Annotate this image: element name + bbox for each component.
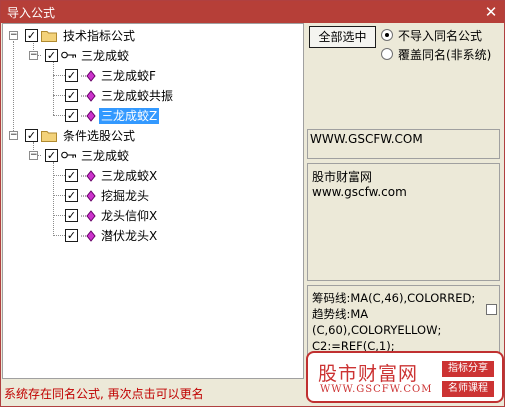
collapse-icon[interactable]: − [29,51,38,60]
description-line: 股市财富网 [312,170,373,184]
watermark-logo: 股市财富网 WWW.GSCFW.COM 指标分享 名师课程 [306,351,504,403]
folder-icon [41,31,57,42]
item-checkbox[interactable]: ✓ [65,109,78,122]
tree-item-selected[interactable]: ✓ 三龙成蛟Z [3,106,303,126]
code-checkbox[interactable] [486,304,497,315]
radio-button[interactable] [381,48,393,60]
radio-label: 覆盖同名(非系统) [398,48,492,62]
watermark-url: WWW.GSCFW.COM [320,384,433,395]
close-icon[interactable]: ✕ [482,3,500,21]
item-checkbox[interactable]: ✓ [65,189,78,202]
key-icon [61,151,76,159]
tree-item[interactable]: ✓ 潜伏龙头X [3,226,303,246]
group-checkbox[interactable]: ✓ [25,129,38,142]
formula-tree[interactable]: − ✓ 技术指标公式 − ✓ 三龙成蛟 ✓ 三龙成蛟F ✓ 三龙成蛟共振 ✓ 三… [2,23,304,379]
formula-icon [81,70,96,82]
tree-subgroup-label: 三龙成蛟 [81,49,130,63]
folder-icon [41,131,57,142]
tree-subgroup-sanlong[interactable]: − ✓ 三龙成蛟 [3,46,303,66]
radio-skip-duplicates[interactable]: 不导入同名公式 [381,26,501,44]
collapse-icon[interactable]: − [9,31,18,40]
group-checkbox[interactable]: ✓ [25,29,38,42]
tree-group-technical[interactable]: − ✓ 技术指标公式 [3,26,303,46]
tree-item[interactable]: ✓ 挖掘龙头 [3,186,303,206]
formula-icon [81,90,96,102]
tree-item[interactable]: ✓ 三龙成蛟F [3,66,303,86]
item-checkbox[interactable]: ✓ [65,69,78,82]
radio-label: 不导入同名公式 [398,29,483,43]
window-title: 导入公式 [7,6,56,20]
collapse-icon[interactable]: − [9,131,18,140]
tree-group-label: 技术指标公式 [63,29,136,43]
tree-item-label: 三龙成蛟X [101,169,158,183]
tree-subgroup-sanlong[interactable]: − ✓ 三龙成蛟 [3,146,303,166]
description-line: www.gscfw.com [312,185,407,199]
tree-item-label: 三龙成蛟共振 [101,89,174,103]
title-bar: 导入公式 ✕ [1,1,504,23]
tree-item[interactable]: ✓ 三龙成蛟X [3,166,303,186]
import-formula-dialog: 导入公式 ✕ − ✓ 技术指标公式 − ✓ 三龙成蛟 ✓ 三龙成蛟F ✓ 三龙成… [0,0,505,407]
formula-icon [81,190,96,202]
item-checkbox[interactable]: ✓ [65,209,78,222]
formula-url-field: WWW.GSCFW.COM [307,129,500,159]
tree-subgroup-label: 三龙成蛟 [81,149,130,163]
formula-icon [81,110,96,122]
status-message: 系统存在同名公式, 再次点击可以更名 [4,387,204,401]
tree-group-screening[interactable]: − ✓ 条件选股公式 [3,126,303,146]
select-all-button[interactable]: 全部选中 [309,26,376,48]
subgroup-checkbox[interactable]: ✓ [45,49,58,62]
radio-button[interactable] [381,29,393,41]
watermark-tag: 指标分享 [442,361,494,377]
subgroup-checkbox[interactable]: ✓ [45,149,58,162]
item-checkbox[interactable]: ✓ [65,169,78,182]
formula-description: 股市财富网 www.gscfw.com [307,163,500,281]
item-checkbox[interactable]: ✓ [65,89,78,102]
tree-item-label: 三龙成蛟Z [99,108,160,124]
tree-item[interactable]: ✓ 三龙成蛟共振 [3,86,303,106]
tree-item-label: 龙头信仰X [101,209,158,223]
tree-item-label: 潜伏龙头X [101,229,158,243]
watermark-tag: 名师课程 [442,381,494,397]
tree-group-label: 条件选股公式 [63,129,136,143]
item-checkbox[interactable]: ✓ [65,229,78,242]
key-icon [61,51,76,59]
collapse-icon[interactable]: − [29,151,38,160]
formula-icon [81,210,96,222]
tree-item-label: 挖掘龙头 [101,189,150,203]
tree-item[interactable]: ✓ 龙头信仰X [3,206,303,226]
url-text: WWW.GSCFW.COM [310,132,423,146]
tree-item-label: 三龙成蛟F [101,69,156,83]
radio-overwrite[interactable]: 覆盖同名(非系统) [381,45,501,63]
watermark-title: 股市财富网 [318,363,419,385]
formula-icon [81,230,96,242]
formula-icon [81,170,96,182]
formula-code-text: 筹码线:MA(C,46),COLORRED; 趋势线:MA (C,60),COL… [312,291,476,353]
